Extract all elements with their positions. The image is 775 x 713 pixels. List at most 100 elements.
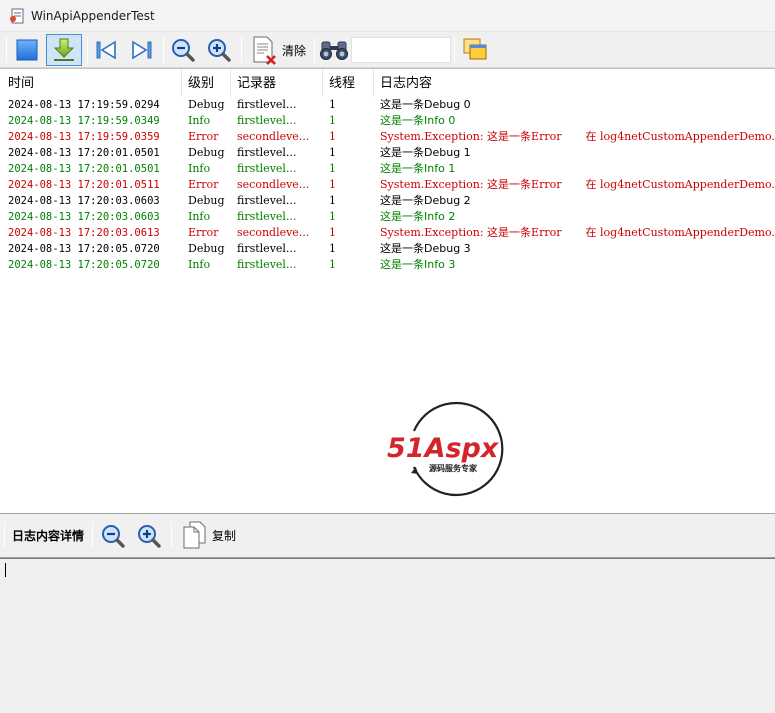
first-icon: [96, 40, 116, 60]
zoom-out-icon: [102, 525, 125, 548]
message-text: 这是一条Info 0: [380, 114, 456, 127]
cell-level: Info: [188, 114, 211, 127]
message-text: 这是一条Info 3: [380, 258, 456, 271]
copy-button[interactable]: 复制: [176, 520, 240, 550]
cell-message: 这是一条Debug 2: [380, 193, 775, 209]
zoom-out-button[interactable]: [168, 35, 198, 65]
cell-logger: firstlevel...: [237, 98, 297, 111]
cell-thread: 1: [329, 146, 336, 159]
search-input[interactable]: [351, 37, 451, 63]
cell-time: 2024-08-13 17:19:59.0359: [8, 131, 160, 143]
cell-message: System.Exception: 这是一条Error 在 log4netCust…: [380, 177, 775, 193]
watermark-logo: 51Aspx 源码服务专家: [387, 401, 504, 497]
watermark-brand: 51Aspx: [387, 433, 500, 464]
cell-message: 这是一条Debug 3: [380, 241, 775, 257]
table-row[interactable]: 2024-08-13 17:20:03.0603 Debug firstlevel.…: [0, 193, 775, 209]
cell-time: 2024-08-13 17:20:01.0501: [8, 147, 160, 159]
cell-level: Debug: [188, 146, 225, 159]
clear-button[interactable]: 清除: [246, 35, 310, 65]
cell-message: 这是一条Info 0: [380, 113, 775, 129]
table-row[interactable]: 2024-08-13 17:20:05.0720 Info firstlevel..…: [0, 257, 775, 273]
download-icon: [53, 38, 75, 61]
copy-doc-icon: [183, 521, 206, 549]
message-text: System.Exception: 这是一条Error: [380, 178, 562, 191]
table-row[interactable]: 2024-08-13 17:19:59.0349 Info firstlevel..…: [0, 113, 775, 129]
binoculars-icon: [320, 41, 348, 60]
auto-scroll-button[interactable]: [46, 34, 82, 66]
copy-label: 复制: [211, 528, 236, 543]
window-title: WinApiAppenderTest: [31, 8, 155, 23]
cell-level: Debug: [188, 98, 225, 111]
cell-logger: firstlevel...: [237, 146, 297, 159]
detail-zoom-out-button[interactable]: [98, 521, 128, 551]
table-row[interactable]: 2024-08-13 17:20:03.0603 Info firstlevel..…: [0, 209, 775, 225]
zoom-out-icon: [172, 39, 195, 62]
cell-time: 2024-08-13 17:20:05.0720: [8, 259, 160, 271]
cell-logger: secondleve...: [237, 130, 310, 143]
message-stack: 在 log4netCustomAppenderDemo.Pr: [585, 226, 775, 239]
new-window-button[interactable]: [459, 35, 491, 65]
cell-time: 2024-08-13 17:20:03.0603: [8, 195, 160, 207]
log-grid[interactable]: 时间 级别 记录器 线程 日志内容 2024-08-13 17:19:59.02…: [0, 68, 775, 514]
detail-label: 日志内容详情: [12, 529, 85, 543]
zoom-in-button[interactable]: [204, 35, 234, 65]
cell-message: 这是一条Info 1: [380, 161, 775, 177]
first-record-button[interactable]: [91, 35, 121, 65]
cell-level: Info: [188, 210, 211, 223]
table-row[interactable]: 2024-08-13 17:20:03.0613 Error secondleve.…: [0, 225, 775, 241]
detail-toolbar: 日志内容详情 复制: [0, 514, 775, 558]
cell-level: Info: [188, 258, 211, 271]
table-row[interactable]: 2024-08-13 17:20:01.0501 Debug firstlevel.…: [0, 145, 775, 161]
column-header-time[interactable]: 时间: [2, 69, 182, 97]
toolbar-separator: [163, 37, 164, 63]
column-header-message[interactable]: 日志内容: [374, 69, 775, 97]
toolbar-separator: [171, 522, 172, 548]
cell-level: Debug: [188, 242, 225, 255]
detail-zoom-in-button[interactable]: [134, 521, 164, 551]
cell-level: Debug: [188, 194, 225, 207]
text-caret: [5, 563, 6, 577]
toolbar-separator: [314, 37, 315, 63]
table-row[interactable]: 2024-08-13 17:20:05.0720 Debug firstlevel.…: [0, 241, 775, 257]
column-header-level[interactable]: 级别: [182, 69, 231, 97]
column-header-logger[interactable]: 记录器: [231, 69, 323, 97]
cell-level: Error: [188, 130, 219, 143]
clear-doc-icon: [253, 36, 276, 65]
cell-logger: secondleve...: [237, 178, 310, 191]
toolbar-separator: [6, 37, 7, 63]
cell-message: 这是一条Info 3: [380, 257, 775, 273]
toolbar-separator: [454, 37, 455, 63]
table-row[interactable]: 2024-08-13 17:19:59.0294 Debug firstlevel.…: [0, 97, 775, 113]
table-row[interactable]: 2024-08-13 17:19:59.0359 Error secondleve.…: [0, 129, 775, 145]
cell-time: 2024-08-13 17:20:05.0720: [8, 243, 160, 255]
watermark-tagline: 源码服务专家: [429, 463, 478, 473]
toolbar-separator: [241, 37, 242, 63]
cell-logger: firstlevel...: [237, 242, 297, 255]
message-stack: 在 log4netCustomAppenderDemo.Pr: [585, 130, 775, 143]
cell-time: 2024-08-13 17:19:59.0349: [8, 115, 160, 127]
cell-thread: 1: [329, 210, 336, 223]
cell-thread: 1: [329, 194, 336, 207]
cell-message: System.Exception: 这是一条Error 在 log4netCust…: [380, 129, 775, 145]
last-icon: [132, 40, 152, 60]
find-button[interactable]: [318, 35, 350, 65]
message-text: 这是一条Debug 0: [380, 98, 471, 111]
table-row[interactable]: 2024-08-13 17:20:01.0501 Info firstlevel..…: [0, 161, 775, 177]
cell-message: System.Exception: 这是一条Error 在 log4netCust…: [380, 225, 775, 241]
cell-level: Error: [188, 178, 219, 191]
cell-message: 这是一条Debug 0: [380, 97, 775, 113]
cell-thread: 1: [329, 258, 336, 271]
zoom-in-icon: [138, 525, 161, 548]
stop-button[interactable]: [12, 35, 42, 65]
cell-thread: 1: [329, 226, 336, 239]
grid-header: 时间 级别 记录器 线程 日志内容: [0, 69, 775, 97]
last-record-button[interactable]: [127, 35, 157, 65]
cell-level: Info: [188, 162, 211, 175]
cell-logger: firstlevel...: [237, 162, 297, 175]
zoom-in-icon: [208, 39, 231, 62]
column-header-thread[interactable]: 线程: [323, 69, 374, 97]
table-row[interactable]: 2024-08-13 17:20:01.0511 Error secondleve.…: [0, 177, 775, 193]
cell-logger: firstlevel...: [237, 258, 297, 271]
message-text: 这是一条Info 1: [380, 162, 456, 175]
detail-text-area[interactable]: [0, 558, 775, 713]
